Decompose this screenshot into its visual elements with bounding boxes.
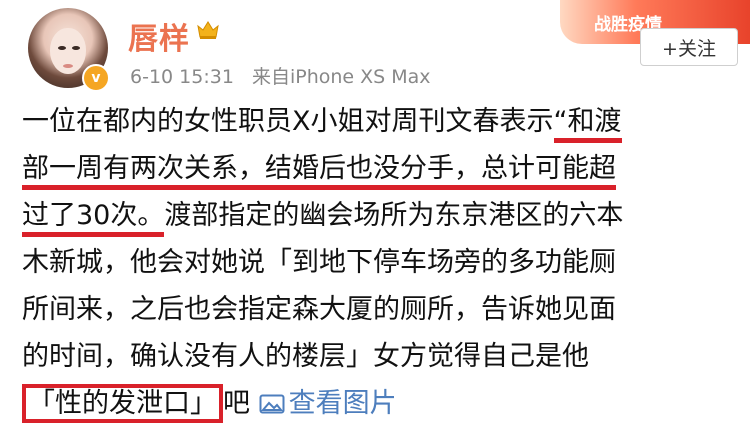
post-source: 来自iPhone XS Max bbox=[251, 66, 431, 88]
view-images-label: 查看图片 bbox=[288, 388, 397, 419]
post-text: 所间来，之后也会指定森大厦的厕所，告诉她见面 bbox=[22, 294, 616, 325]
post-line: 所间来，之后也会指定森大厦的厕所，告诉她见面 bbox=[22, 286, 734, 333]
image-icon bbox=[259, 394, 285, 414]
post-line: 的时间，确认没有人的楼层」女方觉得自己是他 bbox=[22, 333, 734, 380]
post-line: 「性的发泄口」吧 查看图片 bbox=[22, 380, 734, 427]
crown-icon bbox=[197, 21, 219, 39]
avatar-eye-left bbox=[58, 46, 66, 50]
avatar-eye-right bbox=[72, 46, 80, 50]
post-time: 6-10 15:31 bbox=[130, 66, 234, 88]
post-text: 的时间，确认没有人的楼层」女方觉得自己是他 bbox=[22, 341, 589, 372]
post-line: 一位在都内的女性职员X小姐对周刊文春表示“和渡 bbox=[22, 98, 734, 145]
post-text: 木新城，他会对她说「到地下停车场旁的多功能厕 bbox=[22, 247, 616, 278]
boxed-phrase: 「性的发泄口」 bbox=[22, 384, 223, 423]
post-line: 部一周有两次关系，结婚后也没分手，总计可能超 bbox=[22, 145, 734, 192]
post-body: 一位在都内的女性职员X小姐对周刊文春表示“和渡 部一周有两次关系，结婚后也没分手… bbox=[22, 98, 734, 427]
underlined-quote: “和渡 bbox=[553, 106, 622, 143]
post-line: 过了30次。渡部指定的幽会场所为东京港区的六本 bbox=[22, 192, 734, 239]
post-text: 吧 bbox=[223, 388, 250, 419]
underlined-quote: 过了30次。 bbox=[22, 200, 165, 237]
post-text: 渡部指定的幽会场所为东京港区的六本 bbox=[164, 200, 624, 231]
underlined-quote: 部一周有两次关系，结婚后也没分手，总计可能超 bbox=[22, 153, 616, 190]
post-text: 一位在都内的女性职员X小姐对周刊文春表示 bbox=[22, 106, 554, 137]
avatar-lips bbox=[63, 64, 73, 68]
post-line: 木新城，他会对她说「到地下停车场旁的多功能厕 bbox=[22, 239, 734, 286]
post-meta: 6-10 15:31 来自iPhone XS Max bbox=[130, 62, 431, 89]
follow-button[interactable]: +关注 bbox=[640, 28, 738, 66]
view-images-link[interactable]: 查看图片 bbox=[259, 388, 397, 419]
username[interactable]: 唇样 bbox=[128, 14, 190, 58]
verified-badge-icon: v bbox=[82, 64, 110, 92]
